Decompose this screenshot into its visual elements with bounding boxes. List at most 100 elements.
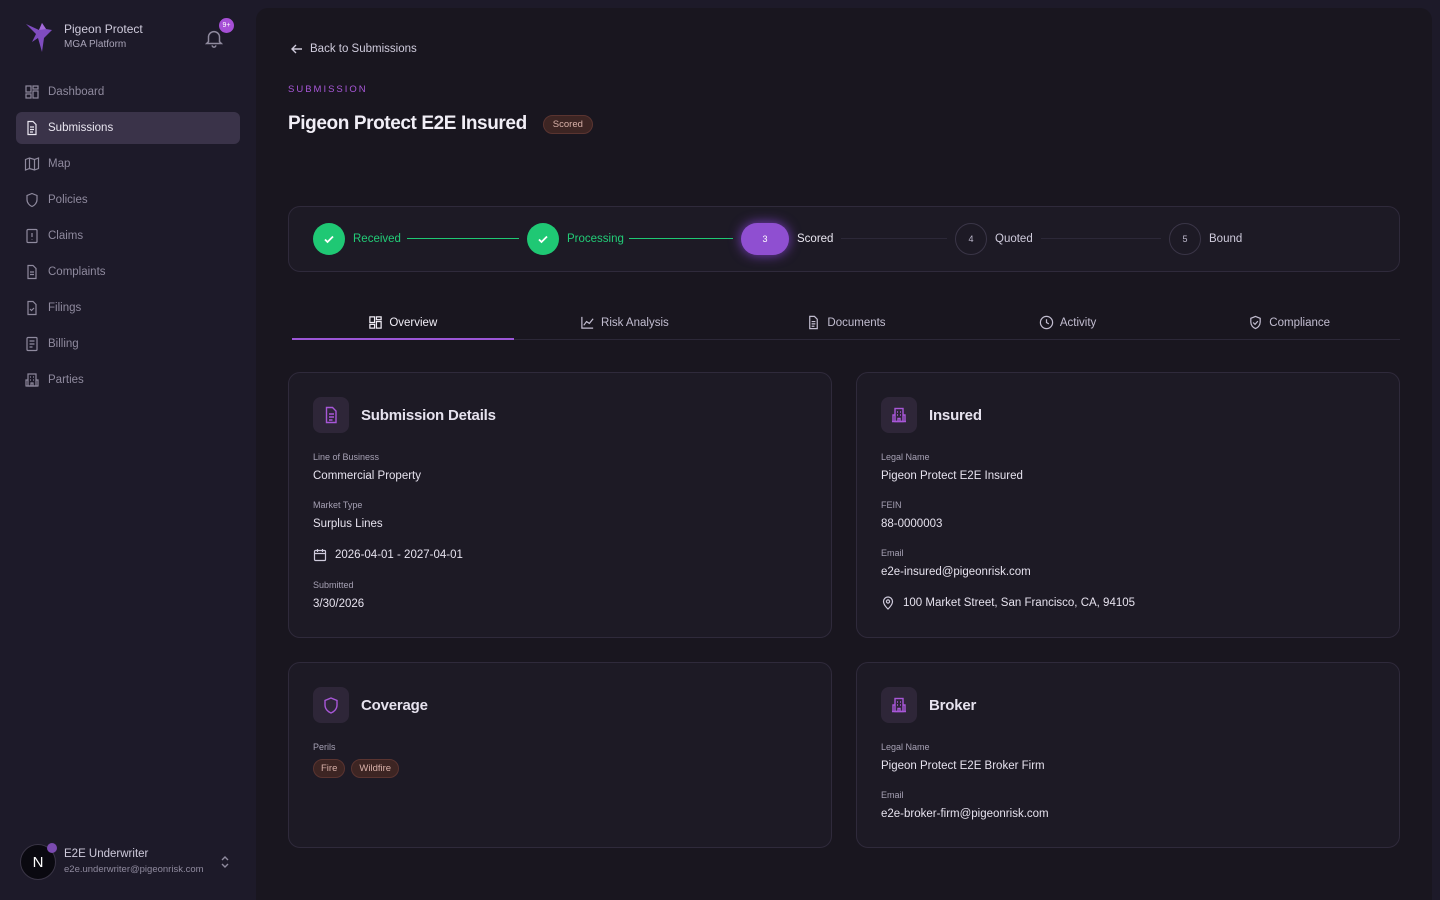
broker-email: e2e-broker-firm@pigeonrisk.com <box>881 808 1049 820</box>
brand-name: Pigeon Protect <box>64 22 143 36</box>
user-menu[interactable]: N E2E Underwriter e2e.underwriter@pigeon… <box>20 842 236 882</box>
sidebar-item-label: Claims <box>48 230 84 242</box>
status-stepper: Received Processing 3 Scored 4 Quoted 5 … <box>288 206 1400 272</box>
tab-label: Risk Analysis <box>601 316 669 329</box>
sidebar-item-dashboard[interactable]: Dashboard <box>16 76 240 108</box>
sidebar-item-claims[interactable]: Claims <box>16 220 240 252</box>
filing-icon <box>27 300 37 316</box>
broker-card: Broker Legal Name Pigeon Protect E2E Bro… <box>856 662 1400 848</box>
brand-subtitle: MGA Platform <box>64 39 127 50</box>
sidebar-item-label: Filings <box>48 302 82 314</box>
insured-email: e2e-insured@pigeonrisk.com <box>881 566 1031 578</box>
chart-icon <box>581 316 594 329</box>
step-number: 5 <box>1169 223 1201 255</box>
field-label: Email <box>881 548 904 558</box>
chevron-up-down-icon[interactable] <box>218 854 232 870</box>
brand[interactable]: Pigeon Protect MGA Platform <box>24 20 143 54</box>
step-scored[interactable]: 3 Scored <box>741 223 833 255</box>
card-title: Submission Details <box>361 406 496 424</box>
sidebar-item-map[interactable]: Map <box>16 148 240 180</box>
step-connector <box>629 238 733 239</box>
status-badge: Scored <box>542 114 593 134</box>
insured-fein: 88-0000003 <box>881 518 943 530</box>
card-title: Coverage <box>361 696 428 714</box>
peril-chip: Fire <box>313 759 346 778</box>
field-label: Legal Name <box>881 452 930 462</box>
step-number: 3 <box>741 223 789 255</box>
step-processing[interactable]: Processing <box>527 223 624 255</box>
sidebar-item-submissions[interactable]: Submissions <box>16 112 240 144</box>
avatar: N <box>20 843 57 880</box>
step-received[interactable]: Received <box>313 223 401 255</box>
step-label: Quoted <box>995 233 1033 245</box>
location-pin-icon <box>882 596 894 610</box>
map-icon <box>24 157 40 171</box>
tab-documents[interactable]: Documents <box>735 306 957 339</box>
step-number: 4 <box>955 223 987 255</box>
step-label: Received <box>353 233 401 245</box>
sidebar-nav: Dashboard Submissions Map Policies Claim… <box>16 76 240 400</box>
sidebar-item-filings[interactable]: Filings <box>16 292 240 324</box>
back-link[interactable]: Back to Submissions <box>290 42 417 56</box>
field-label: Email <box>881 790 904 800</box>
arrow-left-icon <box>291 44 302 54</box>
step-label: Scored <box>797 233 834 245</box>
field-label: FEIN <box>881 500 902 510</box>
building-icon <box>881 687 917 723</box>
sidebar-item-policies[interactable]: Policies <box>16 184 240 216</box>
market-type-value: Surplus Lines <box>313 518 383 530</box>
step-label: Processing <box>567 233 624 245</box>
step-connector <box>1041 238 1161 239</box>
dashboard-icon <box>25 85 39 99</box>
user-name: E2E Underwriter <box>64 848 149 860</box>
sidebar-item-complaints[interactable]: Complaints <box>16 256 240 288</box>
page-eyebrow: SUBMISSION <box>288 84 368 95</box>
document-icon <box>27 120 37 136</box>
complaint-icon <box>27 264 37 280</box>
card-title: Insured <box>929 406 982 424</box>
tab-bar: Overview Risk Analysis Documents Activit… <box>292 306 1400 340</box>
sidebar-item-label: Billing <box>48 338 79 350</box>
claim-icon <box>26 228 38 244</box>
step-connector <box>407 238 519 239</box>
step-quoted[interactable]: 4 Quoted <box>955 223 1033 255</box>
submission-details-card: Submission Details Line of Business Comm… <box>288 372 832 638</box>
sidebar-item-parties[interactable]: Parties <box>16 364 240 396</box>
shield-icon <box>313 687 349 723</box>
shield-icon <box>26 192 38 208</box>
field-label: Line of Business <box>313 452 380 462</box>
main-panel: Back to Submissions SUBMISSION Pigeon Pr… <box>256 8 1432 900</box>
pigeon-logo-icon <box>26 23 52 52</box>
tab-label: Compliance <box>1269 316 1331 329</box>
billing-icon <box>26 336 38 352</box>
perils-list: Fire Wildfire <box>313 759 405 778</box>
sidebar: Pigeon Protect MGA Platform 9+ Dashboard… <box>0 0 256 900</box>
card-title: Broker <box>929 696 977 714</box>
tab-risk-analysis[interactable]: Risk Analysis <box>514 306 736 339</box>
shield-check-icon <box>1250 315 1262 330</box>
field-label: Market Type <box>313 500 363 510</box>
coverage-card: Coverage Perils Fire Wildfire <box>288 662 832 848</box>
step-label: Bound <box>1209 233 1243 245</box>
check-icon <box>313 223 345 255</box>
policy-period: 2026-04-01 - 2027-04-01 <box>335 549 463 561</box>
sidebar-item-label: Policies <box>48 194 88 206</box>
building-icon <box>25 373 39 387</box>
insured-card: Insured Legal Name Pigeon Protect E2E In… <box>856 372 1400 638</box>
step-bound[interactable]: 5 Bound <box>1169 223 1242 255</box>
grid-icon <box>369 316 383 329</box>
calendar-icon <box>313 549 327 562</box>
tab-label: Documents <box>827 316 886 329</box>
document-icon <box>313 397 349 433</box>
tab-label: Activity <box>1059 316 1097 329</box>
tab-compliance[interactable]: Compliance <box>1178 306 1400 339</box>
sidebar-item-label: Map <box>48 158 71 170</box>
tab-overview[interactable]: Overview <box>292 306 514 340</box>
user-email: e2e.underwriter@pigeonrisk.com <box>64 864 204 875</box>
submitted-date-value: 3/30/2026 <box>313 598 365 610</box>
tab-label: Overview <box>389 316 438 329</box>
tab-activity[interactable]: Activity <box>957 306 1179 339</box>
sidebar-item-label: Submissions <box>48 122 114 134</box>
notification-badge: 9+ <box>219 18 234 33</box>
sidebar-item-billing[interactable]: Billing <box>16 328 240 360</box>
